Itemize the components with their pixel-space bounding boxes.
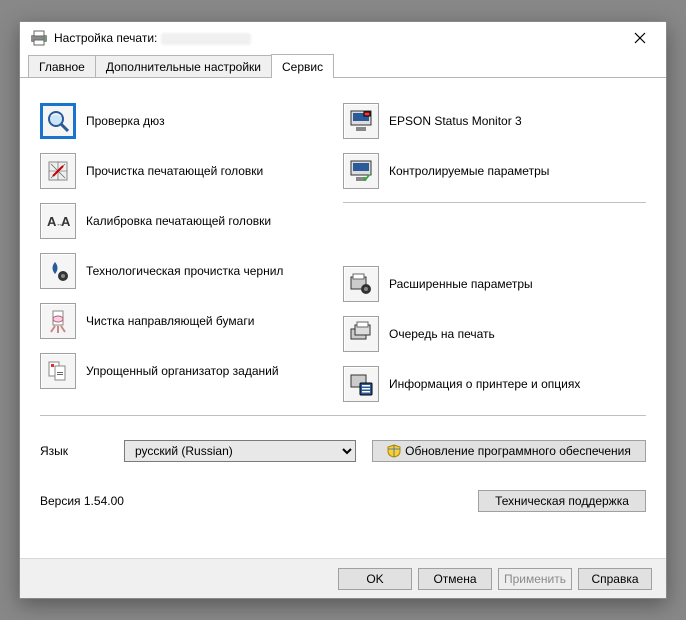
monitored-params-label: Контролируемые параметры <box>389 164 549 178</box>
job-arranger-button[interactable] <box>40 353 76 389</box>
svg-text:A: A <box>61 214 71 229</box>
help-button[interactable]: Справка <box>578 568 652 590</box>
job-arranger-label: Упрощенный организатор заданий <box>86 364 279 378</box>
tool-job-arranger: Упрощенный организатор заданий <box>40 346 343 396</box>
close-button[interactable] <box>618 23 662 53</box>
dialog-footer: OK Отмена Применить Справка <box>20 558 666 598</box>
print-queue-button[interactable] <box>343 316 379 352</box>
extended-settings-button[interactable] <box>343 266 379 302</box>
tab-service[interactable]: Сервис <box>271 54 334 78</box>
tools-grid: Проверка дюз Прочистка печатающей головк… <box>40 96 646 409</box>
tool-power-ink-flush: Технологическая прочистка чернил <box>40 246 343 296</box>
col-right: EPSON Status Monitor 3 ✔ Контролируемые … <box>343 96 646 409</box>
paper-guide-icon <box>45 308 71 334</box>
head-alignment-button[interactable]: A↔A <box>40 203 76 239</box>
software-update-label: Обновление программного обеспечения <box>405 444 631 458</box>
tool-print-queue: Очередь на печать <box>343 309 646 359</box>
paper-guide-clean-button[interactable] <box>40 303 76 339</box>
tool-monitored-params: ✔ Контролируемые параметры <box>343 146 646 196</box>
tab-main[interactable]: Главное <box>28 55 96 77</box>
titlebar: Настройка печати: <box>20 22 666 54</box>
cleaning-icon <box>45 158 71 184</box>
power-ink-flush-label: Технологическая прочистка чернил <box>86 264 283 278</box>
shield-icon <box>387 444 401 458</box>
info-icon <box>348 371 374 397</box>
spacer <box>343 209 646 259</box>
tech-support-button[interactable]: Техническая поддержка <box>478 490 646 512</box>
magnifier-icon <box>45 108 71 134</box>
tool-head-cleaning: Прочистка печатающей головки <box>40 146 343 196</box>
monitor-icon <box>348 108 374 134</box>
tool-head-alignment: A↔A Калибровка печатающей головки <box>40 196 343 246</box>
title-blur <box>161 33 251 45</box>
monitored-params-button[interactable]: ✔ <box>343 153 379 189</box>
language-row: Язык русский (Russian) Обновление програ… <box>40 440 646 462</box>
nozzle-check-button[interactable] <box>40 103 76 139</box>
version-text: Версия 1.54.00 <box>40 494 124 508</box>
cancel-button[interactable]: Отмена <box>418 568 492 590</box>
params-icon: ✔ <box>348 158 374 184</box>
tool-paper-guide-clean: Чистка направляющей бумаги <box>40 296 343 346</box>
tool-nozzle-check: Проверка дюз <box>40 96 343 146</box>
divider <box>343 202 646 203</box>
software-update-button[interactable]: Обновление программного обеспечения <box>372 440 646 462</box>
alignment-icon: A↔A <box>45 208 71 234</box>
extended-icon <box>348 271 374 297</box>
window-title: Настройка печати: <box>54 31 251 45</box>
ok-button[interactable]: OK <box>338 568 412 590</box>
tab-advanced[interactable]: Дополнительные настройки <box>95 55 272 77</box>
tool-extended-settings: Расширенные параметры <box>343 259 646 309</box>
language-label: Язык <box>40 444 124 458</box>
tab-strip: Главное Дополнительные настройки Сервис <box>20 54 666 78</box>
printer-info-button[interactable] <box>343 366 379 402</box>
status-monitor-label: EPSON Status Monitor 3 <box>389 114 522 128</box>
version-row: Версия 1.54.00 Техническая поддержка <box>40 490 646 512</box>
extended-settings-label: Расширенные параметры <box>389 277 533 291</box>
language-select[interactable]: русский (Russian) <box>124 440 356 462</box>
status-monitor-button[interactable] <box>343 103 379 139</box>
col-left: Проверка дюз Прочистка печатающей головк… <box>40 96 343 409</box>
tool-printer-info: Информация о принтере и опциях <box>343 359 646 409</box>
printer-info-label: Информация о принтере и опциях <box>389 377 580 391</box>
head-cleaning-button[interactable] <box>40 153 76 189</box>
paper-guide-clean-label: Чистка направляющей бумаги <box>86 314 254 328</box>
queue-icon <box>348 321 374 347</box>
arranger-icon <box>45 358 71 384</box>
svg-text:✔: ✔ <box>362 171 372 184</box>
close-icon <box>634 32 646 44</box>
tab-content: Проверка дюз Прочистка печатающей головк… <box>20 78 666 558</box>
divider-bottom <box>40 415 646 416</box>
apply-button[interactable]: Применить <box>498 568 572 590</box>
print-settings-window: Настройка печати: Главное Дополнительные… <box>19 21 667 599</box>
nozzle-check-label: Проверка дюз <box>86 114 165 128</box>
head-cleaning-label: Прочистка печатающей головки <box>86 164 263 178</box>
power-ink-flush-button[interactable] <box>40 253 76 289</box>
ink-flush-icon <box>45 258 71 284</box>
printer-icon <box>30 30 48 46</box>
tool-status-monitor: EPSON Status Monitor 3 <box>343 96 646 146</box>
head-alignment-label: Калибровка печатающей головки <box>86 214 271 228</box>
print-queue-label: Очередь на печать <box>389 327 495 341</box>
